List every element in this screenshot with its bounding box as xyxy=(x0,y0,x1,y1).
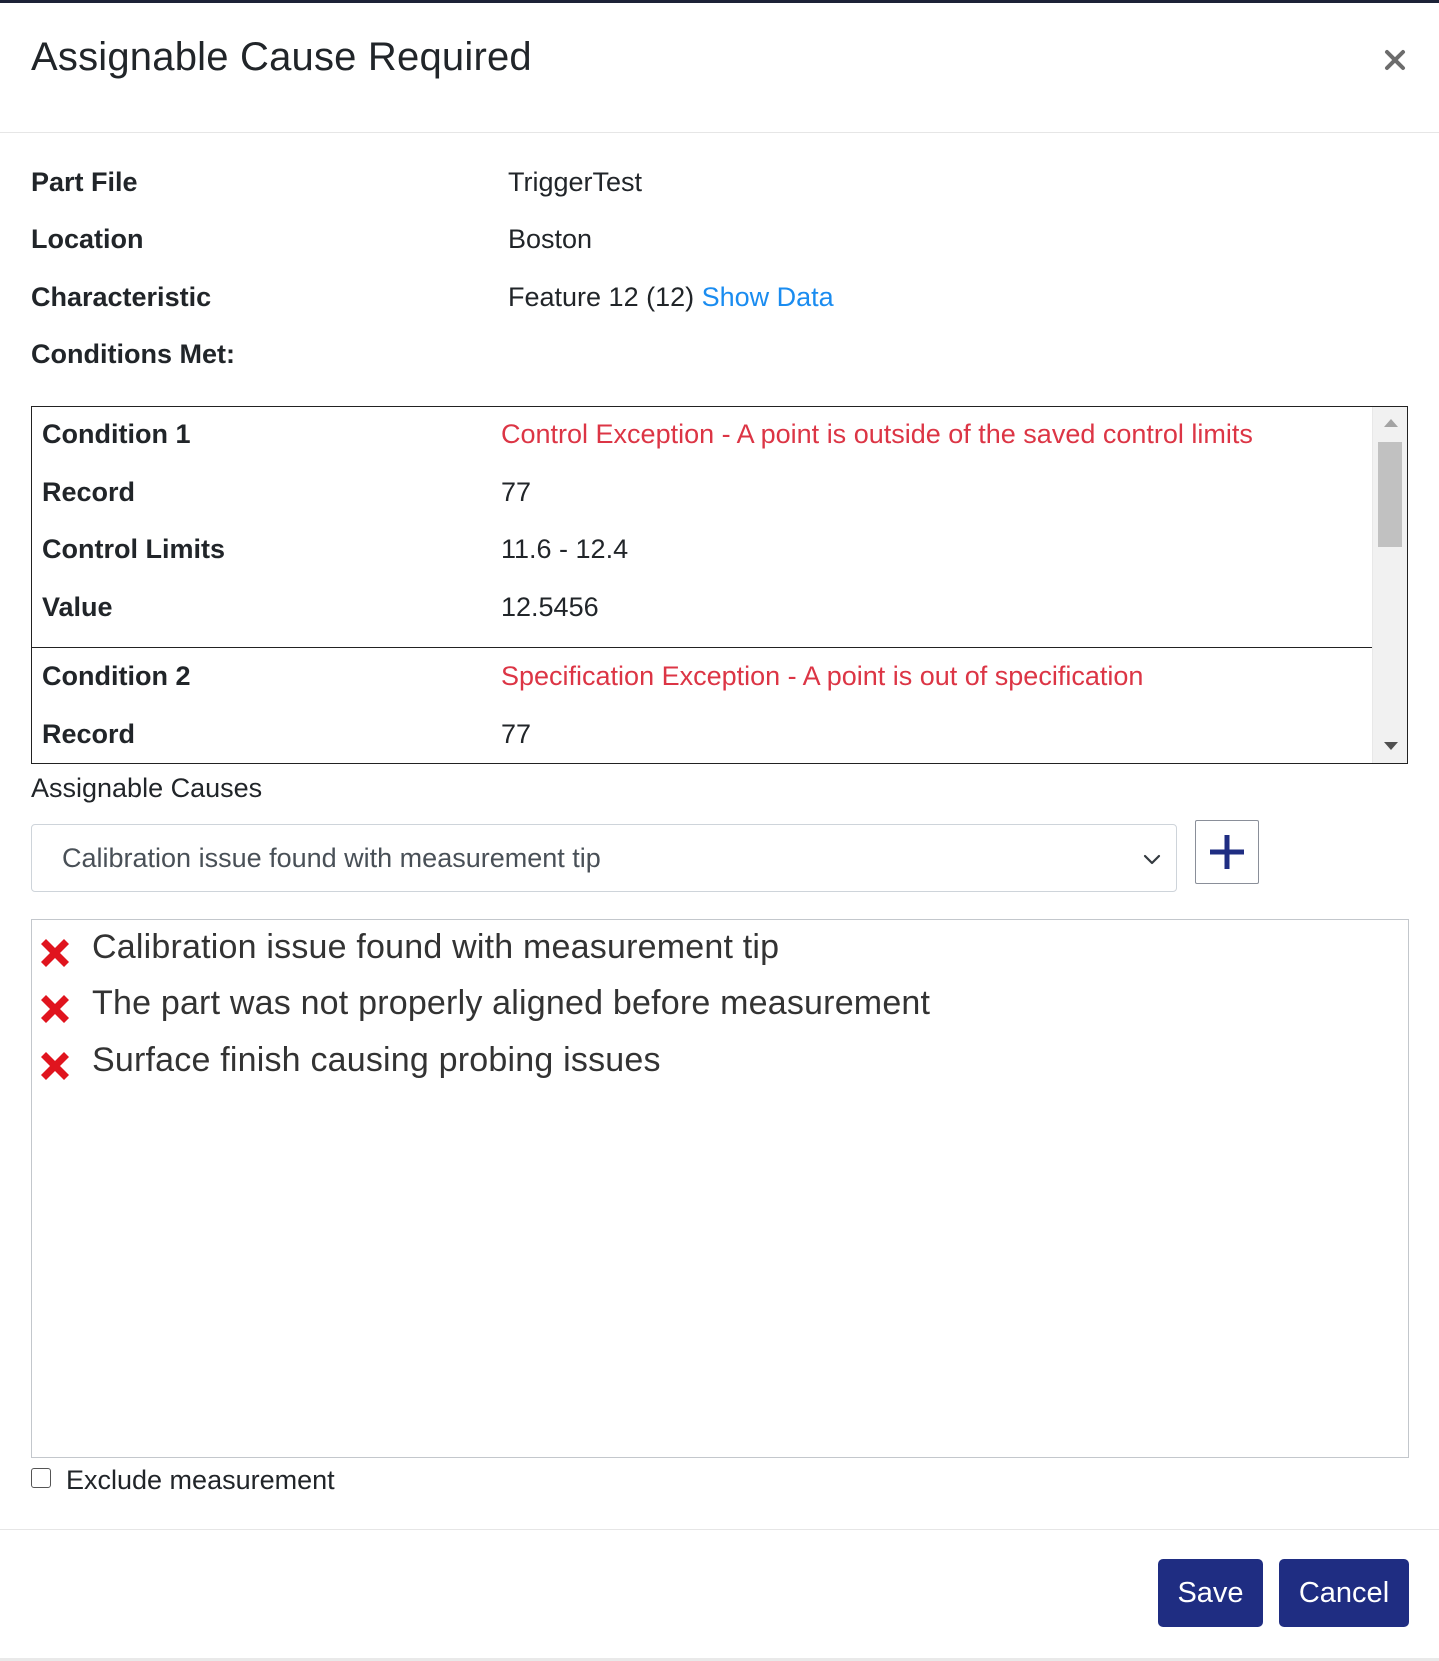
control-limits-value: 11.6 - 12.4 xyxy=(501,534,629,564)
part-file-value: TriggerTest xyxy=(508,167,643,197)
record-value: 77 xyxy=(501,719,532,749)
characteristic-row: Feature 12 (12) Show Data xyxy=(508,282,834,313)
cancel-button[interactable]: Cancel xyxy=(1279,1559,1409,1627)
dialog-header: Assignable Cause Required xyxy=(0,3,1439,133)
condition-1-limits-row: Control Limits 11.6 - 12.4 xyxy=(32,522,1374,580)
conditions-met-label: Conditions Met: xyxy=(31,339,235,369)
cause-text: The part was not properly aligned before… xyxy=(92,984,931,1022)
condition-description: Control Exception - A point is outside o… xyxy=(501,419,1253,449)
footer-divider xyxy=(0,1529,1439,1530)
location-value: Boston xyxy=(508,224,593,254)
assignable-cause-selected-value: Calibration issue found with measurement… xyxy=(62,843,601,873)
conditions-panel[interactable]: Condition 1 Control Exception - A point … xyxy=(31,406,1408,764)
condition-1-value-row: Value 12.5456 xyxy=(32,580,1374,638)
value-value: 12.5456 xyxy=(501,592,599,622)
assignable-cause-dialog: Assignable Cause Required Part File Trig… xyxy=(0,0,1439,1658)
save-button[interactable]: Save xyxy=(1158,1559,1263,1627)
cause-list-item: The part was not properly aligned before… xyxy=(32,976,1402,1032)
part-file-label: Part File xyxy=(31,167,138,197)
record-value: 77 xyxy=(501,477,532,507)
characteristic-label: Characteristic xyxy=(31,282,212,312)
show-data-link[interactable]: Show Data xyxy=(702,282,834,312)
close-icon xyxy=(1385,50,1405,70)
chevron-down-icon xyxy=(1143,854,1161,865)
dialog-title: Assignable Cause Required xyxy=(31,35,532,79)
condition-description: Specification Exception - A point is out… xyxy=(501,661,1144,691)
plus-icon xyxy=(1210,835,1244,869)
characteristic-value: Feature 12 (12) xyxy=(508,282,695,312)
assignable-causes-label: Assignable Causes xyxy=(31,773,263,803)
close-button[interactable] xyxy=(1380,43,1410,77)
condition-1-row: Condition 1 Control Exception - A point … xyxy=(32,407,1374,465)
remove-x-icon[interactable] xyxy=(36,934,74,972)
exclude-measurement-checkbox[interactable] xyxy=(31,1468,51,1488)
condition-1-record-row: Record 77 xyxy=(32,465,1374,523)
scroll-up-arrow-icon[interactable] xyxy=(1384,419,1398,427)
condition-divider xyxy=(32,647,1374,648)
cause-text: Surface finish causing probing issues xyxy=(92,1041,661,1079)
conditions-scrollbar[interactable] xyxy=(1372,407,1407,763)
remove-x-icon[interactable] xyxy=(36,990,74,1028)
record-label: Record xyxy=(42,477,136,507)
condition-2-row: Condition 2 Specification Exception - A … xyxy=(32,649,1374,707)
scroll-down-arrow-icon[interactable] xyxy=(1384,742,1398,750)
record-label: Record xyxy=(42,719,136,749)
selected-causes-list: Calibration issue found with measurement… xyxy=(31,919,1409,1458)
condition-label: Condition 1 xyxy=(42,419,191,449)
exclude-measurement-label[interactable]: Exclude measurement xyxy=(66,1465,335,1496)
scroll-thumb[interactable] xyxy=(1378,442,1402,547)
condition-label: Condition 2 xyxy=(42,661,191,691)
location-label: Location xyxy=(31,224,144,254)
value-label: Value xyxy=(42,592,113,622)
cause-list-item: Calibration issue found with measurement… xyxy=(32,920,1402,976)
remove-x-icon[interactable] xyxy=(36,1047,74,1085)
cause-list-item: Surface finish causing probing issues xyxy=(32,1033,1402,1089)
assignable-cause-select[interactable]: Calibration issue found with measurement… xyxy=(31,824,1177,892)
add-cause-button[interactable] xyxy=(1195,820,1259,884)
control-limits-label: Control Limits xyxy=(42,534,225,564)
condition-2-record-row: Record 77 xyxy=(32,707,1374,763)
cause-text: Calibration issue found with measurement… xyxy=(92,928,780,966)
